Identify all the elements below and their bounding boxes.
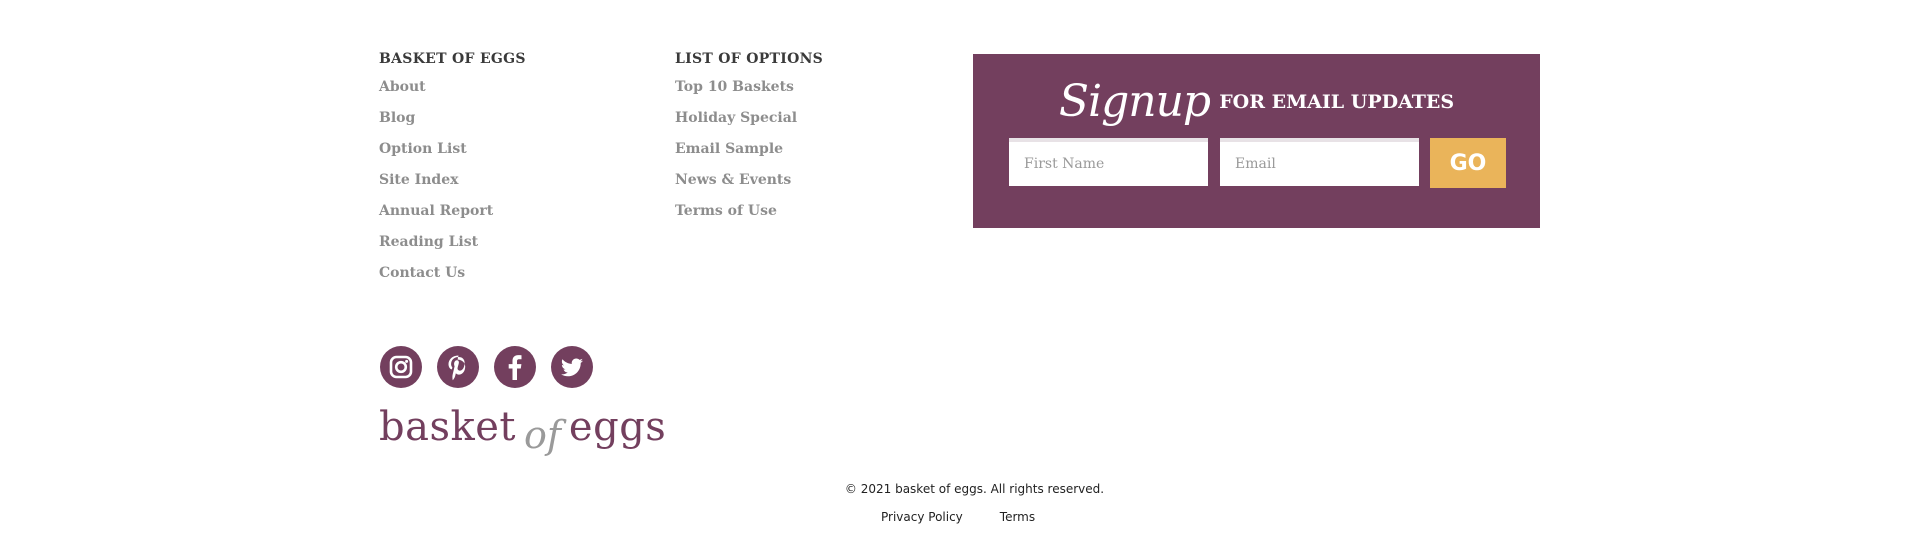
logo-word-basket: basket [379, 404, 516, 450]
footer-link-terms-of-use[interactable]: Terms of Use [675, 203, 777, 219]
footer-link-contact-us[interactable]: Contact Us [379, 265, 465, 281]
email-signup-panel: Signup FOR EMAIL UPDATES GO [973, 54, 1540, 228]
privacy-policy-link[interactable]: Privacy Policy [881, 510, 963, 524]
footer-link-list: Top 10 Baskets Holiday Special Email Sam… [675, 77, 823, 232]
footer-logo[interactable]: basket of eggs [379, 404, 666, 464]
footer-link-top-10-baskets[interactable]: Top 10 Baskets [675, 79, 794, 95]
footer-link-reading-list[interactable]: Reading List [379, 234, 478, 250]
footer-link-list: About Blog Option List Site Index Annual… [379, 77, 526, 294]
first-name-field[interactable] [1009, 138, 1208, 186]
email-field[interactable] [1220, 138, 1419, 186]
twitter-icon[interactable] [551, 346, 593, 388]
footer-link-email-sample[interactable]: Email Sample [675, 141, 783, 157]
pinterest-icon[interactable] [437, 346, 479, 388]
footer-link-option-list[interactable]: Option List [379, 141, 467, 157]
footer-link-news-events[interactable]: News & Events [675, 172, 791, 188]
footer-link-blog[interactable]: Blog [379, 110, 415, 126]
footer-column-basket-of-eggs: BASKET OF EGGS About Blog Option List Si… [379, 50, 526, 294]
instagram-icon[interactable] [380, 346, 422, 388]
footer-link-annual-report[interactable]: Annual Report [379, 203, 493, 219]
logo-word-eggs: eggs [568, 404, 667, 450]
terms-link[interactable]: Terms [1000, 510, 1035, 524]
footer-link-holiday-special[interactable]: Holiday Special [675, 110, 797, 126]
signup-heading: Signup FOR EMAIL UPDATES [973, 76, 1540, 127]
footer-link-site-index[interactable]: Site Index [379, 172, 458, 188]
signup-title-text: FOR EMAIL UPDATES [1219, 90, 1455, 113]
site-footer: BASKET OF EGGS About Blog Option List Si… [0, 0, 1920, 550]
column-heading: BASKET OF EGGS [379, 51, 526, 67]
logo-word-of: of [523, 413, 561, 457]
facebook-icon[interactable] [494, 346, 536, 388]
signup-script-text: Signup [1058, 76, 1211, 127]
footer-column-list-of-options: LIST OF OPTIONS Top 10 Baskets Holiday S… [675, 50, 823, 232]
column-heading: LIST OF OPTIONS [675, 51, 824, 67]
footer-link-about[interactable]: About [379, 79, 426, 95]
copyright-text: © 2021 basket of eggs. All rights reserv… [844, 482, 1105, 496]
legal-links: Privacy Policy Terms [881, 510, 1035, 524]
go-button[interactable]: GO [1430, 138, 1506, 188]
